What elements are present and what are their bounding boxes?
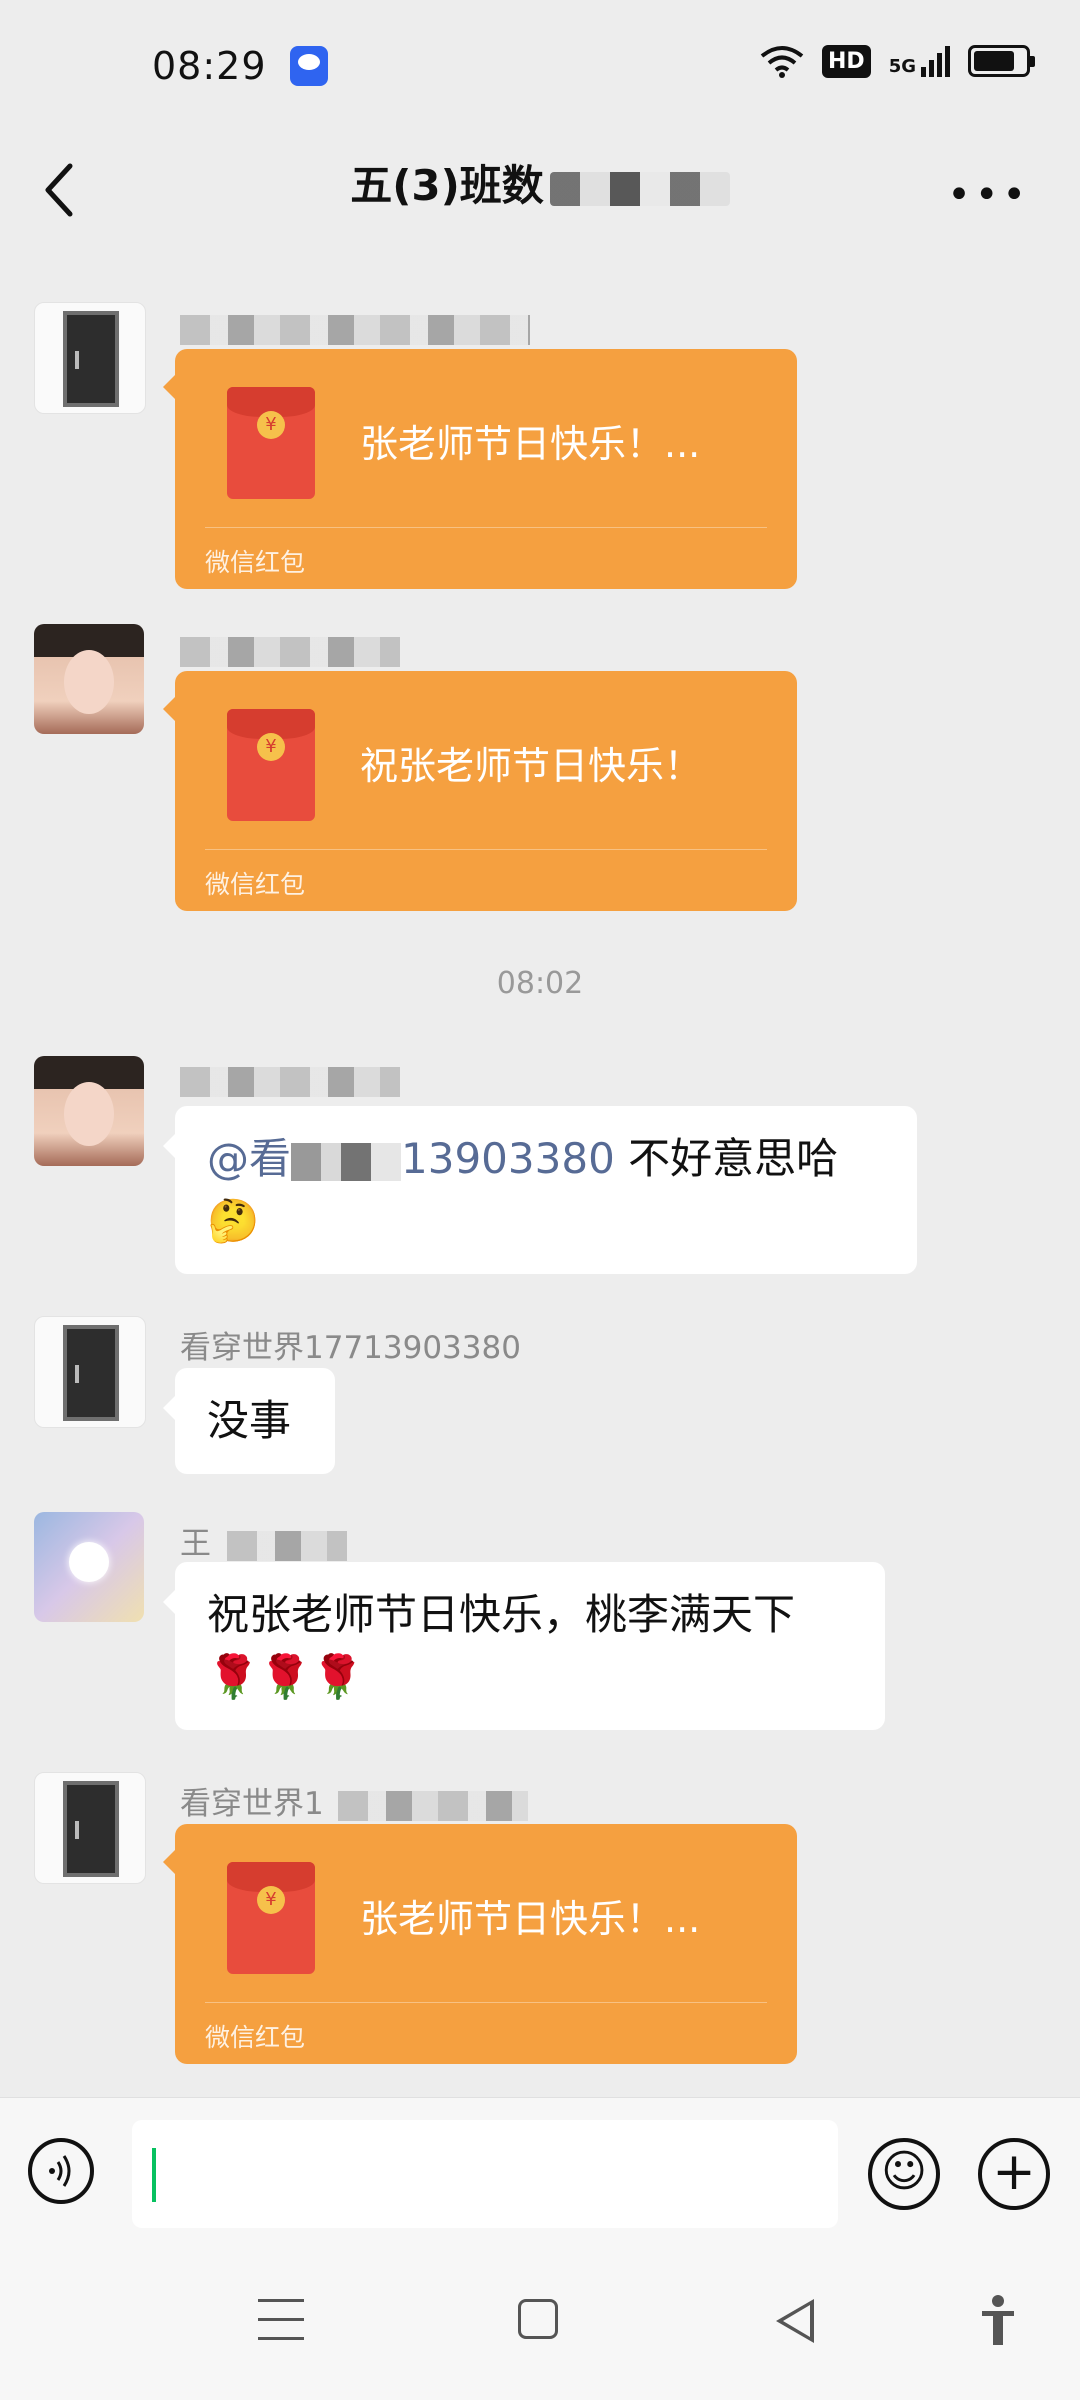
message-bubble[interactable]: 没事 — [163, 1368, 335, 1474]
nav-back-icon[interactable] — [776, 2299, 814, 2343]
more-options-icon[interactable]: ••• — [947, 172, 1030, 218]
redacted-title — [549, 171, 730, 206]
door-avatar[interactable] — [34, 1772, 146, 1884]
emoji-icon[interactable]: ☺ — [868, 2138, 940, 2210]
flower-avatar[interactable] — [34, 1512, 144, 1622]
redacted-name — [226, 1530, 347, 1561]
status-bar: 08:29 HD 5G — [0, 0, 1080, 130]
message-bubble[interactable]: @看 13903380 不好意思哈🤔 — [163, 1106, 917, 1274]
mention-prefix[interactable]: @看 — [207, 1134, 291, 1183]
redacted-name — [180, 1066, 400, 1097]
woman-avatar[interactable] — [34, 624, 144, 734]
redacted-name — [337, 1790, 528, 1821]
sender-name — [180, 1062, 400, 1098]
message-timestamp: 08:02 — [496, 966, 584, 1001]
red-packet-card[interactable]: ¥ 张老师节日快乐！... 微信红包 — [163, 1824, 797, 2064]
red-packet-label: 微信红包 — [205, 870, 306, 899]
text-caret — [152, 2148, 156, 2202]
message-input[interactable] — [132, 2120, 838, 2228]
battery-icon — [968, 45, 1035, 77]
sender-name — [180, 632, 400, 668]
chat-title: 五(3)班数 — [0, 152, 1080, 213]
sender-name: 看穿世界1 — [180, 1778, 528, 1823]
sender-name — [180, 310, 530, 346]
red-packet-label: 微信红包 — [205, 548, 306, 577]
mention-suffix[interactable]: 13903380 — [401, 1134, 615, 1183]
system-nav-bar — [0, 2247, 1080, 2400]
door-avatar[interactable] — [34, 1316, 146, 1428]
baidu-app-icon — [290, 46, 328, 86]
add-attachment-icon[interactable]: + — [978, 2138, 1050, 2210]
message-bubble[interactable]: 祝张老师节日快乐，桃李满天下 🌹🌹🌹 — [163, 1562, 885, 1730]
message-emoji: 🌹🌹🌹 — [207, 1652, 364, 1701]
voice-input-icon[interactable] — [28, 2138, 94, 2204]
red-packet-card[interactable]: ¥ 张老师节日快乐！... 微信红包 — [163, 349, 797, 589]
redacted-name — [180, 636, 400, 667]
chat-title-text: 五(3)班数 — [350, 161, 544, 210]
redacted-name — [180, 314, 530, 345]
signal-icon: 5G — [889, 45, 950, 77]
home-icon[interactable] — [518, 2299, 558, 2339]
red-packet-greeting: 张老师节日快乐！... — [360, 1897, 701, 1941]
red-packet-label: 微信红包 — [205, 2023, 306, 2052]
red-envelope-icon: ¥ — [227, 1862, 315, 1974]
red-packet-card[interactable]: ¥ 祝张老师节日快乐！ 微信红包 — [163, 671, 797, 911]
sender-name: 王 — [180, 1518, 347, 1563]
wifi-icon — [760, 46, 804, 78]
woman-avatar[interactable] — [34, 1056, 144, 1166]
voice-waves-icon — [49, 2155, 71, 2187]
recent-apps-icon[interactable] — [258, 2299, 304, 2343]
red-envelope-icon: ¥ — [227, 387, 315, 499]
door-avatar[interactable] — [34, 302, 146, 414]
status-icons: HD 5G — [760, 44, 1035, 78]
status-time: 08:29 — [152, 44, 267, 88]
redacted-mention — [291, 1142, 402, 1181]
message-text: 祝张老师节日快乐，桃李满天下 — [207, 1590, 796, 1639]
hd-badge: HD — [822, 44, 871, 78]
sender-name-visible: 王 — [180, 1526, 211, 1562]
red-packet-greeting: 祝张老师节日快乐！ — [360, 744, 703, 788]
message-composer: ☺ + — [0, 2097, 1080, 2248]
red-packet-greeting: 张老师节日快乐！... — [360, 422, 701, 466]
message-text: 没事 — [207, 1396, 292, 1445]
sender-name: 看穿世界17713903380 — [180, 1330, 521, 1366]
red-envelope-icon: ¥ — [227, 709, 315, 821]
sender-name-visible: 看穿世界1 — [180, 1786, 324, 1822]
chat-header: 五(3)班数 ••• — [0, 130, 1080, 245]
accessibility-icon[interactable] — [978, 2293, 1018, 2349]
